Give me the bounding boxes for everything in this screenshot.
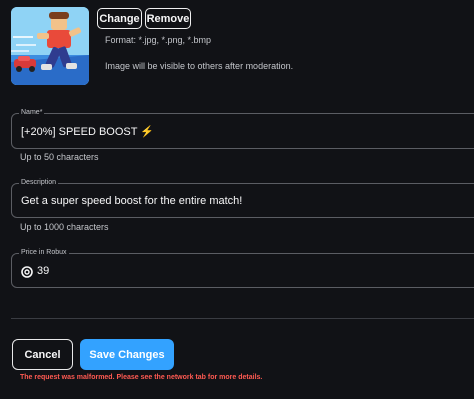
price-field[interactable]: Price in Robux 39 (11, 248, 474, 288)
name-field[interactable]: Name* [+20%] SPEED BOOST ⚡ (11, 108, 474, 149)
save-changes-button[interactable]: Save Changes (80, 339, 174, 370)
robux-icon (21, 265, 33, 278)
name-input-value[interactable]: [+20%] SPEED BOOST ⚡ (21, 125, 154, 138)
format-hint: Format: *.jpg, *.png, *.bmp (105, 35, 212, 45)
description-helper-text: Up to 1000 characters (20, 222, 109, 232)
description-input-value[interactable]: Get a super speed boost for the entire m… (21, 195, 242, 207)
name-field-label: Name* (19, 108, 45, 118)
form-divider (11, 318, 474, 319)
moderation-hint: Image will be visible to others after mo… (105, 61, 294, 71)
pass-thumbnail-image (11, 7, 89, 85)
remove-image-button[interactable]: Remove (145, 8, 191, 29)
description-field[interactable]: Description Get a super speed boost for … (11, 178, 474, 218)
cancel-button[interactable]: Cancel (12, 339, 73, 370)
speed-runner-illustration (11, 7, 89, 85)
name-helper-text: Up to 50 characters (20, 152, 99, 162)
description-field-label: Description (19, 178, 59, 188)
price-input-value[interactable]: 39 (37, 265, 49, 277)
error-message: The request was malformed. Please see th… (20, 374, 263, 381)
price-field-label: Price in Robux (19, 248, 69, 258)
change-image-button[interactable]: Change (97, 8, 142, 29)
